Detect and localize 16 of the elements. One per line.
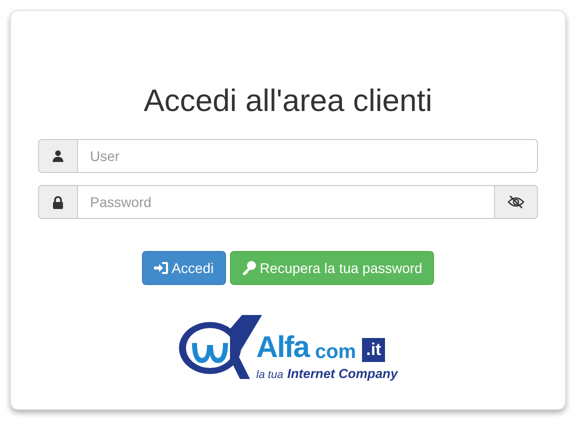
logo-suffix: com	[314, 340, 356, 364]
page-title: Accedi all'area clienti	[142, 82, 434, 120]
logo-domain: .it	[362, 338, 386, 362]
input-field[interactable]: Password	[78, 185, 495, 219]
eye-slash-icon	[507, 195, 525, 209]
sign-in-icon	[154, 262, 168, 274]
login-button[interactable]: Accedi	[142, 251, 226, 285]
input-field[interactable]: User	[78, 139, 538, 173]
logo-tagline-prefix: la tua	[256, 369, 284, 381]
logo-tagline: Internet Company	[287, 366, 398, 381]
key-icon	[242, 261, 256, 275]
user-icon	[52, 150, 64, 162]
lock-icon	[52, 196, 64, 208]
show-password-button[interactable]	[495, 185, 538, 219]
recover-password-button[interactable]: Recupera la tua password	[230, 251, 434, 285]
logo-name: Alfa	[256, 332, 309, 364]
